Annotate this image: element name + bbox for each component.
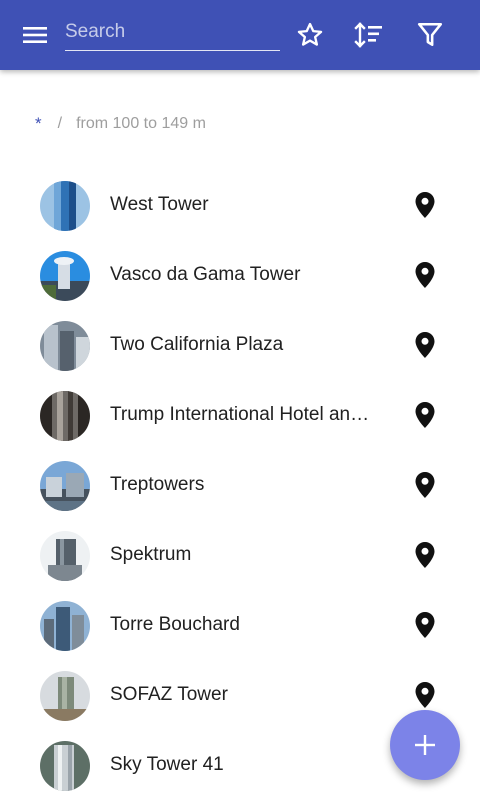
building-name: Sky Tower 41 xyxy=(110,754,224,775)
map-pin-icon xyxy=(415,682,435,708)
building-name: Treptowers xyxy=(110,474,205,495)
map-pin-icon xyxy=(415,192,435,218)
add-fab-button[interactable] xyxy=(390,710,460,780)
building-thumbnail xyxy=(40,181,90,231)
building-name: SOFAZ Tower xyxy=(110,684,228,705)
building-name: Torre Bouchard xyxy=(110,614,240,635)
map-pin-button[interactable] xyxy=(413,262,437,288)
map-pin-icon xyxy=(415,612,435,638)
sort-button[interactable] xyxy=(352,18,386,52)
map-pin-button[interactable] xyxy=(413,402,437,428)
menu-button[interactable] xyxy=(20,20,50,50)
menu-icon xyxy=(23,27,47,43)
building-list: West Tower Vasco da Gama Tower Two Calif… xyxy=(0,170,480,800)
list-item[interactable]: Two California Plaza xyxy=(0,310,480,380)
list-item[interactable]: Vasco da Gama Tower xyxy=(0,240,480,310)
sort-icon xyxy=(354,22,382,48)
map-pin-button[interactable] xyxy=(413,472,437,498)
map-pin-button[interactable] xyxy=(413,612,437,638)
map-pin-icon xyxy=(415,402,435,428)
breadcrumb-root[interactable]: * xyxy=(35,114,42,134)
list-item[interactable]: West Tower xyxy=(0,170,480,240)
building-thumbnail xyxy=(40,741,90,791)
map-pin-icon xyxy=(415,332,435,358)
app-bar xyxy=(0,0,480,70)
breadcrumb-separator: / xyxy=(57,115,63,132)
list-item[interactable]: Torre Bouchard xyxy=(0,590,480,660)
map-pin-button[interactable] xyxy=(413,192,437,218)
map-pin-button[interactable] xyxy=(413,682,437,708)
star-outline-icon xyxy=(297,22,323,46)
building-name: Two California Plaza xyxy=(110,334,284,355)
list-item[interactable]: Spektrum xyxy=(0,520,480,590)
building-thumbnail xyxy=(40,391,90,441)
filter-button[interactable] xyxy=(413,18,447,52)
favorites-button[interactable] xyxy=(293,18,327,52)
building-name: West Tower xyxy=(110,194,209,215)
filter-icon xyxy=(417,22,443,46)
map-pin-button[interactable] xyxy=(413,332,437,358)
building-name: Trump International Hotel and Tower xyxy=(110,404,372,425)
breadcrumb: * / from 100 to 149 m xyxy=(35,114,206,134)
building-name: Vasco da Gama Tower xyxy=(110,264,301,285)
map-pin-icon xyxy=(415,472,435,498)
plus-icon xyxy=(415,735,435,755)
search-input[interactable] xyxy=(65,14,280,50)
map-pin-icon xyxy=(415,262,435,288)
map-pin-button[interactable] xyxy=(413,542,437,568)
breadcrumb-current: from 100 to 149 m xyxy=(76,115,206,132)
building-name: Spektrum xyxy=(110,544,192,565)
map-pin-icon xyxy=(415,542,435,568)
list-item[interactable]: Trump International Hotel and Tower xyxy=(0,380,480,450)
list-item[interactable]: Treptowers xyxy=(0,450,480,520)
building-thumbnail xyxy=(40,671,90,721)
building-thumbnail xyxy=(40,601,90,651)
search-field[interactable] xyxy=(65,14,280,51)
building-thumbnail xyxy=(40,251,90,301)
building-thumbnail xyxy=(40,531,90,581)
building-thumbnail xyxy=(40,461,90,511)
building-thumbnail xyxy=(40,321,90,371)
